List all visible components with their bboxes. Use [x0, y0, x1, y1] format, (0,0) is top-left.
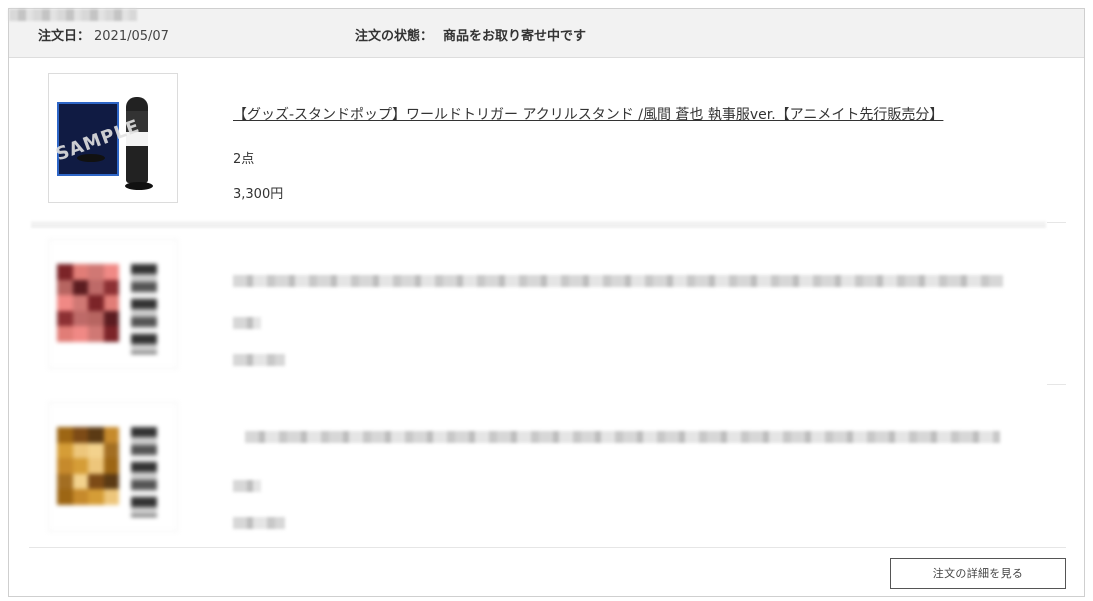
stand-base-icon [125, 182, 153, 190]
order-card: 注文日： 2021/05/07 注文の状態： 商品をお取り寄せ中です SAMPLE … [8, 8, 1085, 597]
redacted-price [233, 517, 285, 529]
product-title-link[interactable]: 【グッズ-スタンドポップ】ワールドトリガー アクリルスタンド /風間 蒼也 執事… [233, 104, 943, 124]
item-divider [31, 221, 1046, 228]
blurred-figure-icon [131, 264, 157, 354]
redacted-product-title[interactable] [233, 275, 1003, 287]
order-status-label: 注文の状態： [355, 29, 434, 44]
order-date-value: 2021/05/07 [94, 29, 169, 44]
product-thumbnail[interactable]: SAMPLE [48, 73, 178, 203]
item-divider [1047, 222, 1066, 223]
blurred-figure-icon [131, 427, 157, 517]
order-date: 注文日： 2021/05/07 [38, 25, 169, 44]
item-divider [1047, 384, 1066, 385]
blurred-product-image [57, 427, 119, 505]
order-status: 注文の状態： 商品をお取り寄せ中です [355, 25, 586, 44]
redacted-product-title[interactable] [245, 431, 1000, 443]
view-order-details-button[interactable]: 注文の詳細を見る [890, 558, 1066, 589]
order-item: SAMPLE 【グッズ-スタンドポップ】ワールドトリガー アクリルスタンド /風… [9, 73, 1084, 223]
order-item [9, 239, 1084, 389]
blurred-product-thumbnail[interactable] [48, 239, 178, 369]
redacted-quantity [233, 480, 261, 492]
redacted-quantity [233, 317, 261, 329]
blurred-product-thumbnail[interactable] [48, 402, 178, 532]
blurred-product-image [57, 264, 119, 342]
order-date-label: 注文日： [38, 29, 91, 44]
order-header: 注文日： 2021/05/07 注文の状態： 商品をお取り寄せ中です [9, 9, 1084, 58]
redacted-price [233, 354, 285, 366]
footer-divider [29, 547, 1066, 548]
order-item [9, 402, 1084, 552]
order-status-value: 商品をお取り寄せ中です [443, 29, 587, 44]
product-price: 3,300円 [233, 187, 284, 202]
redacted-order-id [9, 9, 137, 21]
product-quantity: 2点 [233, 152, 255, 167]
